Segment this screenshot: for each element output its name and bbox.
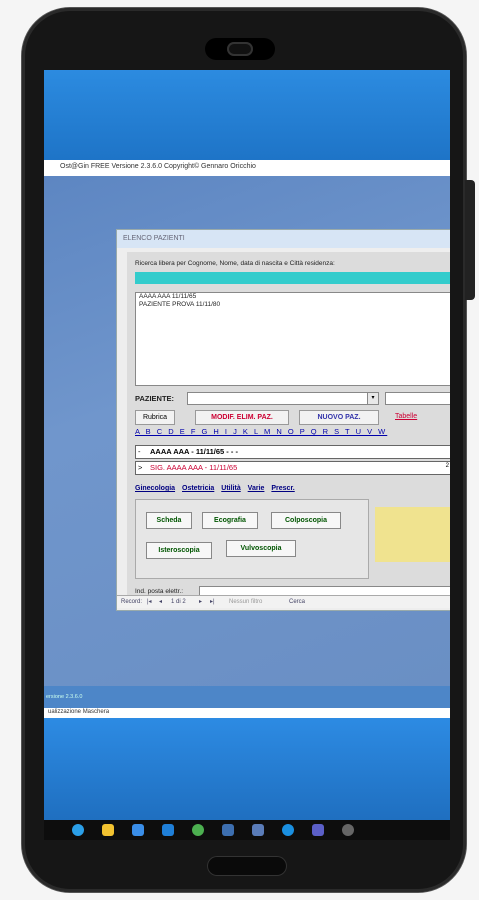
first-record-icon[interactable]: |◂ [147, 598, 152, 605]
paziente-combo[interactable]: ▾ [187, 392, 379, 405]
chevron-right-icon: > [138, 463, 143, 472]
paziente-label: PAZIENTE: [135, 394, 175, 403]
ecografia-button[interactable]: Ecografia [202, 512, 258, 529]
record-text-2: SIG. AAAA AAA - 11/11/65 [150, 463, 238, 472]
skype-icon[interactable] [282, 824, 294, 836]
tabelle-link[interactable]: Tabelle [395, 410, 450, 423]
patients-dialog: ELENCO PAZIENTI Ricerca libera per Cogno… [117, 230, 450, 610]
search-box[interactable]: Cerca [289, 599, 305, 605]
list-item[interactable]: PAZIENTE PROVA 11/11/80 [136, 301, 450, 309]
vulvoscopia-button[interactable]: Vulvoscopia [226, 540, 296, 557]
filter-status[interactable]: Nessun filtro [229, 599, 262, 605]
app-icon-2[interactable] [252, 824, 264, 836]
taskbar [44, 820, 450, 840]
phone-home-button [207, 856, 287, 876]
desktop-top-area [44, 70, 450, 160]
patient-list[interactable]: AAAA AAA 11/11/65 PAZIENTE PROVA 11/11/8… [135, 292, 450, 386]
scheda-button[interactable]: Scheda [146, 512, 192, 529]
camera-icon [227, 42, 253, 56]
background-window: ersione 2.3.6.0 [44, 686, 450, 708]
row-marker-icon: - [138, 447, 141, 456]
store-icon[interactable] [132, 824, 144, 836]
dialog-title-bar: ELENCO PAZIENTI [117, 230, 450, 248]
background-statusbar: ualizzazione Maschera [44, 708, 450, 718]
chrome-icon[interactable] [192, 824, 204, 836]
search-input[interactable] [135, 272, 450, 284]
rubrica-button[interactable]: Rubrica [135, 410, 175, 425]
notes-panel [375, 507, 450, 562]
record-navigator: Record: |◂ ◂ 1 di 2 ▸ ▸| Nessun filtro C… [117, 595, 450, 608]
tab-ginecologia[interactable]: Ginecologia [135, 485, 175, 492]
tab-utilita[interactable]: Utilità [221, 485, 240, 492]
app-title: Ost@Gin FREE Versione 2.3.6.0 Copyright©… [60, 163, 256, 170]
last-record-icon[interactable]: ▸| [210, 598, 215, 605]
teams-icon[interactable] [312, 824, 324, 836]
email-label: Ind. posta elettr.: [135, 588, 184, 595]
section-tabs: Ginecologia Ostetricia Utilità Varie Pre… [135, 485, 375, 497]
app-icon[interactable] [222, 824, 234, 836]
desktop-bottom-area [44, 718, 450, 820]
app-title-bar: Ost@Gin FREE Versione 2.3.6.0 Copyright©… [44, 160, 450, 176]
background-status-text: ualizzazione Maschera [48, 709, 110, 715]
alphabet-index[interactable]: A B C D E F G H I J K L M N O P Q R S T … [135, 427, 450, 439]
secondary-field[interactable] [385, 392, 450, 405]
colposcopia-button[interactable]: Colposcopia [271, 512, 341, 529]
record-suffix: 2 [445, 463, 449, 469]
background-window-title: ersione 2.3.6.0 [46, 694, 83, 700]
phone-side-button [465, 180, 475, 300]
edge-icon[interactable] [72, 824, 84, 836]
next-record-icon[interactable]: ▸ [199, 598, 202, 605]
phone-screen: Ost@Gin FREE Versione 2.3.6.0 Copyright©… [44, 70, 450, 820]
search-label: Ricerca libera per Cognome, Nome, data d… [135, 260, 335, 267]
record-position: 1 di 2 [171, 599, 186, 605]
record-label: Record: [121, 599, 143, 605]
tab-varie[interactable]: Varie [248, 485, 265, 492]
settings-icon[interactable] [342, 824, 354, 836]
tab-panel: Scheda Ecografia Colposcopia Isteroscopi… [135, 499, 369, 579]
isteroscopia-button[interactable]: Isteroscopia [146, 542, 212, 559]
dialog-title: ELENCO PAZIENTI [123, 235, 185, 242]
modif-elim-button[interactable]: MODIF. ELIM. PAZ. [195, 410, 289, 425]
tab-ostetricia[interactable]: Ostetricia [182, 485, 214, 492]
chevron-down-icon[interactable]: ▾ [367, 393, 378, 404]
tab-prescr[interactable]: Prescr. [271, 485, 294, 492]
nuovo-paz-button[interactable]: NUOVO PAZ. [299, 410, 379, 425]
prev-record-icon[interactable]: ◂ [159, 598, 162, 605]
record-row-2[interactable]: > SIG. AAAA AAA - 11/11/65 2 [135, 461, 450, 475]
record-text-1: AAAA AAA - 11/11/65 - - - [150, 447, 238, 456]
folder-icon[interactable] [102, 824, 114, 836]
list-item[interactable]: AAAA AAA 11/11/65 [136, 293, 450, 301]
form-body: Ricerca libera per Cognome, Nome, data d… [127, 252, 450, 600]
record-row-1[interactable]: - AAAA AAA - 11/11/65 - - - [135, 445, 450, 459]
mail-icon[interactable] [162, 824, 174, 836]
